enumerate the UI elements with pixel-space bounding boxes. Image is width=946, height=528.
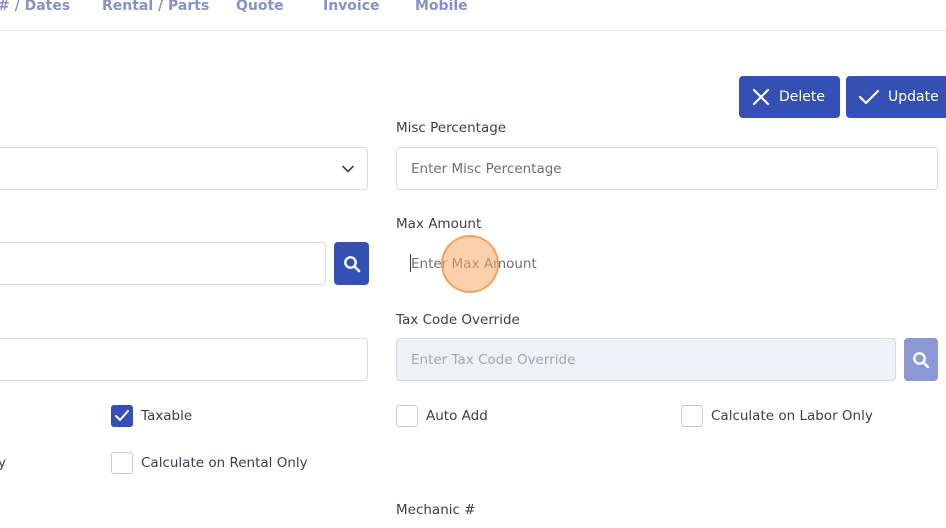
taxable-checkbox[interactable] [111,405,133,427]
tab-quote[interactable]: Quote [236,0,284,14]
left-lookup-input[interactable] [0,243,325,284]
calc-rental-only-checkbox[interactable] [111,452,133,474]
left-text-field[interactable] [0,338,368,381]
tax-code-override-label: Tax Code Override [396,312,520,328]
misc-percentage-input[interactable] [397,148,937,189]
tab-dates[interactable]: # / Dates [0,0,70,14]
left-text-input[interactable] [0,339,367,380]
update-button-label: Update [888,89,939,105]
delete-button[interactable]: Delete [739,76,840,118]
tax-code-override-input[interactable] [397,339,895,380]
chevron-down-icon [342,165,354,173]
left-cut-label: y [0,455,6,471]
left-select[interactable] [0,147,368,190]
misc-percentage-field[interactable] [396,147,938,190]
update-button[interactable]: Update [846,76,946,118]
mechanic-label: Mechanic # [396,502,476,518]
checkmark-icon [115,410,129,421]
max-amount-input[interactable] [397,243,937,284]
calc-rental-only-label: Calculate on Rental Only [141,455,308,471]
tab-bar: # / Dates Rental / Parts Quote Invoice M… [0,0,946,31]
max-amount-label: Max Amount [396,216,482,232]
tax-code-search-button[interactable] [904,338,938,381]
calc-labor-only-label: Calculate on Labor Only [711,408,873,424]
tab-rental-parts[interactable]: Rental / Parts [102,0,209,14]
calc-labor-only-checkbox[interactable] [681,405,703,427]
check-icon [858,89,880,105]
tax-code-override-field[interactable] [396,338,896,381]
search-icon [913,351,930,368]
text-caret [410,254,411,272]
tab-invoice[interactable]: Invoice [323,0,380,14]
misc-percentage-label: Misc Percentage [396,120,507,136]
tab-mobile[interactable]: Mobile [415,0,468,14]
close-icon [752,88,770,106]
auto-add-checkbox[interactable] [396,405,418,427]
left-lookup-field[interactable] [0,242,326,285]
auto-add-label: Auto Add [426,408,488,424]
left-search-button[interactable] [334,242,369,285]
max-amount-field[interactable] [396,242,938,285]
taxable-label: Taxable [141,408,193,424]
search-icon [343,255,360,272]
delete-button-label: Delete [779,89,825,105]
